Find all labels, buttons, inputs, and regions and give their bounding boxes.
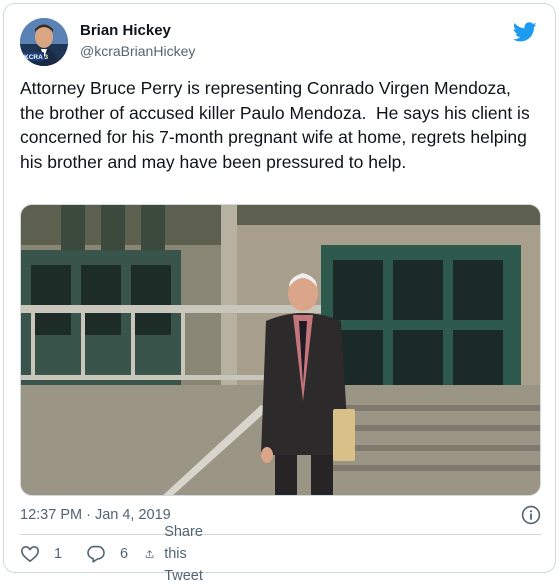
author-display-name[interactable]: Brian Hickey (80, 21, 195, 41)
avatar-image: KCRA 3 (20, 18, 68, 66)
tweet-timestamp[interactable]: 12:37 PM · Jan 4, 2019 (20, 507, 171, 523)
tweet-card[interactable]: KCRA 3 Brian Hickey @kcraBrianHickey Att… (3, 3, 556, 584)
twitter-bird-icon[interactable] (512, 22, 537, 44)
reply-count: 6 (120, 546, 129, 562)
avatar-badge-text: KCRA 3 (24, 54, 48, 61)
share-tweet-button[interactable]: Share this Tweet (145, 524, 214, 584)
tweet-header: KCRA 3 Brian Hickey @kcraBrianHickey (20, 18, 541, 66)
author-names: Brian Hickey @kcraBrianHickey (80, 21, 195, 61)
comment-bubble-icon (87, 545, 105, 563)
like-count: 1 (54, 546, 63, 562)
heart-icon (21, 546, 39, 562)
tweet-meta: 12:37 PM · Jan 4, 2019 (20, 503, 541, 527)
share-label: Share this Tweet (164, 524, 203, 584)
info-icon[interactable] (521, 505, 541, 525)
author-avatar[interactable]: KCRA 3 (20, 18, 68, 66)
divider (20, 534, 541, 535)
like-button[interactable]: 1 (20, 543, 62, 565)
reply-button[interactable]: 6 (86, 543, 128, 565)
author-handle[interactable]: @kcraBrianHickey (80, 41, 195, 61)
courthouse-photo (21, 205, 540, 495)
tweet-text: Attorney Bruce Perry is representing Con… (20, 78, 535, 172)
tweet-photo[interactable] (20, 204, 541, 496)
share-upload-icon (145, 550, 154, 558)
